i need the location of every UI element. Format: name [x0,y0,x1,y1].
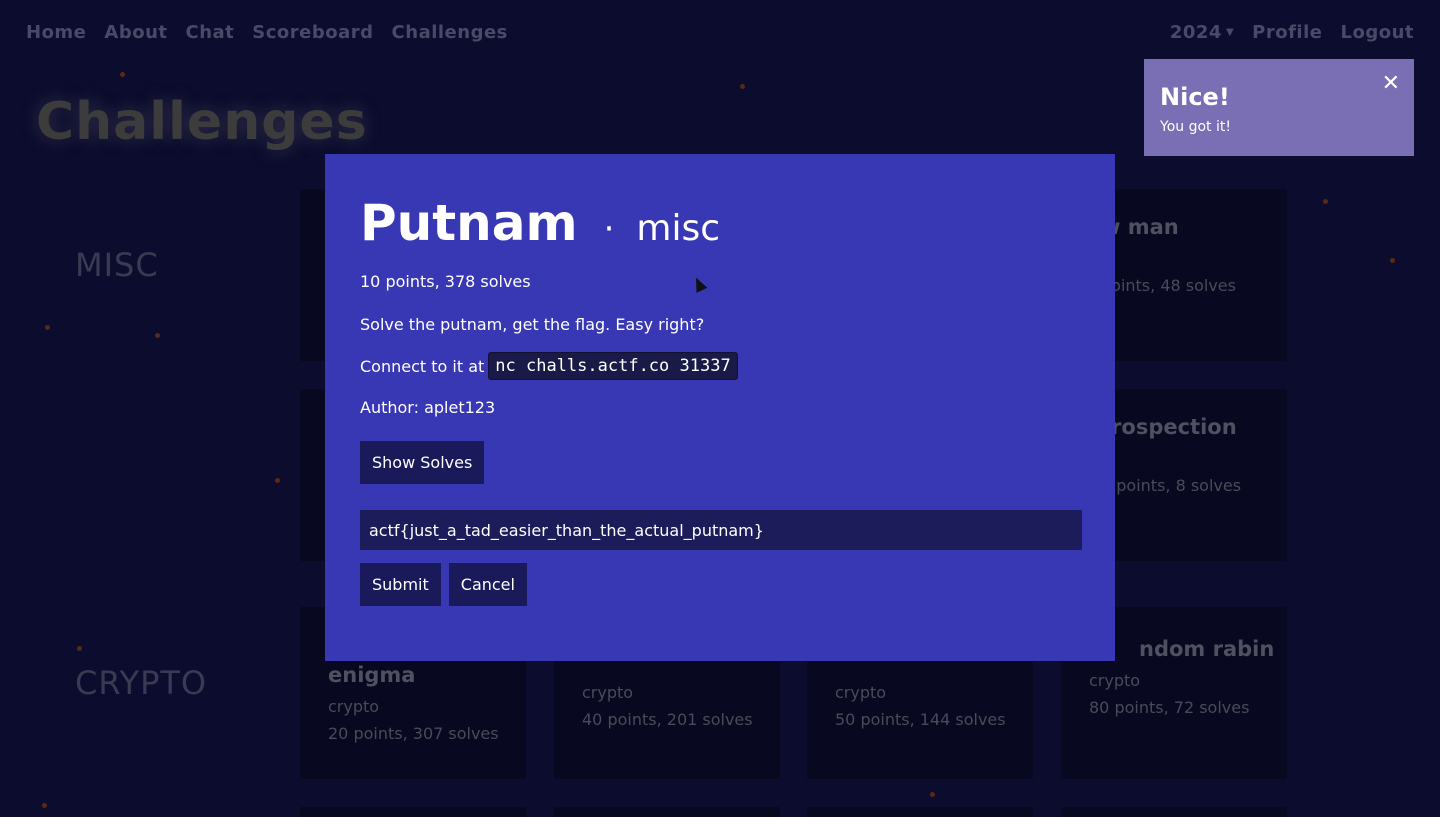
category-heading-misc: MISC [75,246,159,284]
modal-header: Putnam · misc [360,194,1080,252]
nav-logout[interactable]: Logout [1340,22,1414,43]
card-title: w man [1101,215,1179,239]
card-title: trospection [1101,415,1237,439]
challenge-title: Putnam [360,194,578,252]
success-toast: Nice! You got it! ✕ [1144,59,1414,156]
star-dot [42,803,47,808]
close-icon[interactable]: ✕ [1382,71,1400,96]
modal-actions: Submit Cancel [360,563,1080,606]
star-dot [77,646,82,651]
main-nav: Home About Chat Scoreboard Challenges [26,22,508,43]
challenge-description: Solve the putnam, get the flag. Easy rig… [360,315,705,334]
card-points: 0 points, 8 solves [1101,476,1242,495]
nav-about[interactable]: About [104,22,167,43]
title-separator: · [603,209,615,249]
star-dot [1390,258,1395,263]
show-solves-button[interactable]: Show Solves [360,441,485,484]
challenge-author: Author: aplet123 [360,398,496,417]
nav-challenges[interactable]: Challenges [392,22,508,43]
star-dot [1323,199,1328,204]
star-dot [275,478,280,483]
card-category: c [1101,449,1259,468]
nav-scoreboard[interactable]: Scoreboard [252,22,373,43]
card-points: 80 points, 72 solves [1089,698,1250,717]
card-title: enigma [328,663,416,687]
connection-info: Connect to it at nc challs.actf.co 31337 [360,352,1080,380]
challenge-category: misc [636,208,721,249]
toast-message: You got it! [1160,119,1231,135]
connection-prefix: Connect to it at [360,356,485,376]
challenge-card[interactable] [1061,807,1287,817]
connection-command: nc challs.actf.co 31337 [488,352,738,380]
challenge-points-solves: 10 points, 378 solves [360,272,531,291]
toast-title: Nice! [1160,83,1230,111]
year-dropdown[interactable]: 2024 ▼ [1170,22,1234,43]
card-points: 40 points, 201 solves [582,710,753,729]
nav-profile[interactable]: Profile [1252,22,1322,43]
category-heading-crypto: CRYPTO [75,664,208,702]
star-dot [930,792,935,797]
card-category: crypto [328,697,380,716]
card-category: crypto [835,683,887,702]
star-dot [45,325,50,330]
card-category: crypto [1089,671,1141,690]
cancel-button[interactable]: Cancel [448,563,527,606]
star-dot [740,84,745,89]
card-category: crypto [582,683,634,702]
challenge-card[interactable] [300,807,526,817]
submit-button[interactable]: Submit [360,563,441,606]
challenge-card[interactable] [554,807,780,817]
card-points: points, 48 solves [1101,276,1236,295]
challenge-modal: Putnam · misc 10 points, 378 solves Solv… [325,154,1115,661]
nav-chat[interactable]: Chat [186,22,235,43]
card-category: c [1101,249,1259,268]
card-points: 50 points, 144 solves [835,710,1006,729]
challenge-card[interactable] [807,807,1033,817]
flag-input[interactable] [360,510,1082,550]
user-nav: 2024 ▼ Profile Logout [1170,22,1414,43]
card-points: 20 points, 307 solves [328,724,499,743]
nav-home[interactable]: Home [26,22,86,43]
caret-down-icon: ▼ [1225,27,1235,38]
year-label: 2024 [1169,22,1222,43]
page-title: Challenges [36,92,368,152]
star-dot [155,333,160,338]
star-dot [120,72,125,77]
